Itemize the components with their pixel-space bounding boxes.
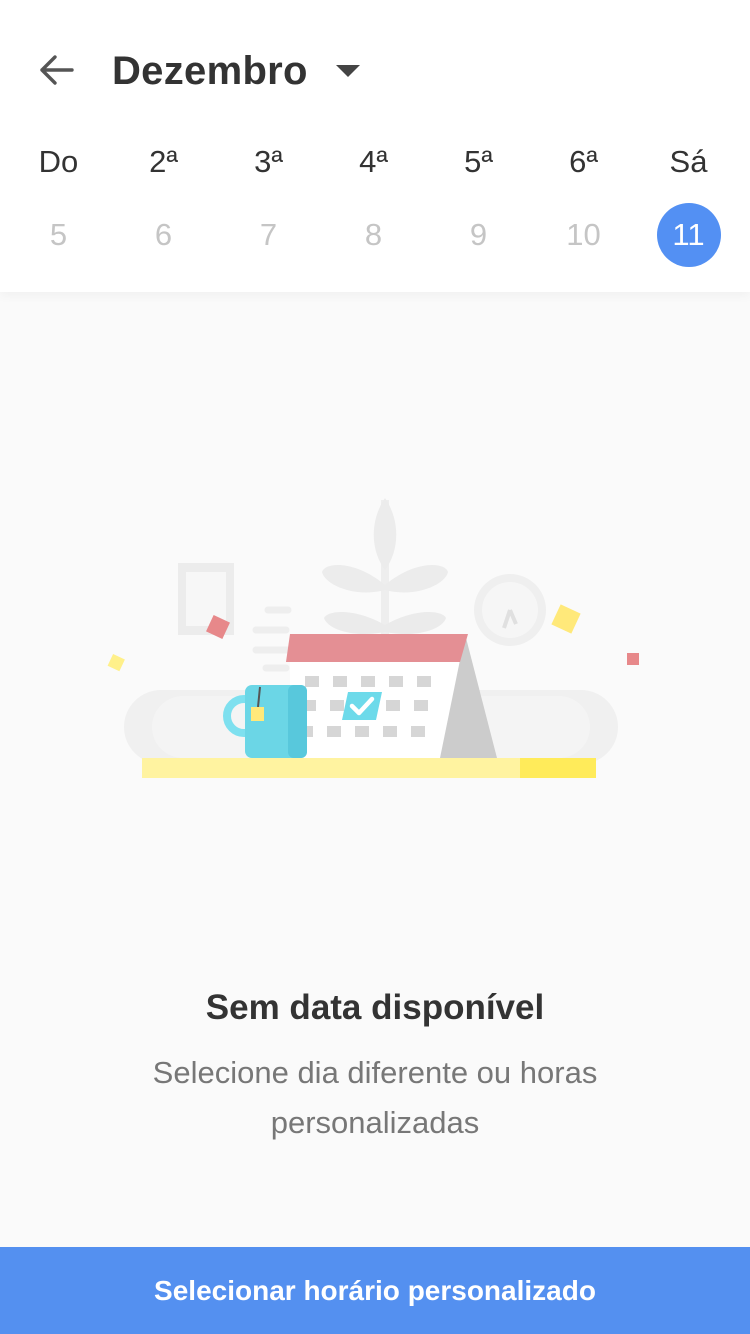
calendar-with-mug-illustration — [107, 498, 639, 778]
day-cell[interactable]: 9 — [447, 203, 511, 267]
day-cell[interactable]: 8 — [342, 203, 406, 267]
day-cell[interactable]: 7 — [237, 203, 301, 267]
weekday-row: Do 2ª 3ª 4ª 5ª 6ª Sá — [6, 138, 744, 186]
weekday-label: 3ª — [254, 144, 283, 179]
select-custom-time-button[interactable]: Selecionar horário personalizado — [0, 1247, 750, 1334]
day-row: 5 6 7 8 9 10 11 — [6, 202, 744, 268]
weekday-label: 5ª — [464, 144, 493, 179]
weekday-label: Do — [38, 144, 79, 179]
weekday-label: 6ª — [569, 144, 598, 179]
day-cell[interactable]: 10 — [552, 203, 616, 267]
arrow-left-icon — [40, 55, 74, 85]
empty-state-subtitle: Selecione dia diferente ou horas persona… — [152, 1055, 598, 1140]
day-cell[interactable]: 6 — [132, 203, 196, 267]
calendar-header: Dezembro Do 2ª 3ª 4ª 5ª 6ª Sá 5 6 7 8 9 … — [0, 0, 750, 292]
day-cell-selected[interactable]: 11 — [656, 203, 721, 267]
weekday-label: 4ª — [359, 144, 388, 179]
empty-state-title: Sem data disponível — [205, 988, 545, 1027]
caret-down-icon[interactable] — [334, 62, 362, 80]
weekday-label: 2ª — [149, 144, 178, 179]
weekday-label: Sá — [669, 144, 708, 179]
month-title[interactable]: Dezembro — [112, 46, 308, 96]
day-cell[interactable]: 5 — [27, 203, 91, 267]
back-button[interactable] — [30, 48, 82, 92]
